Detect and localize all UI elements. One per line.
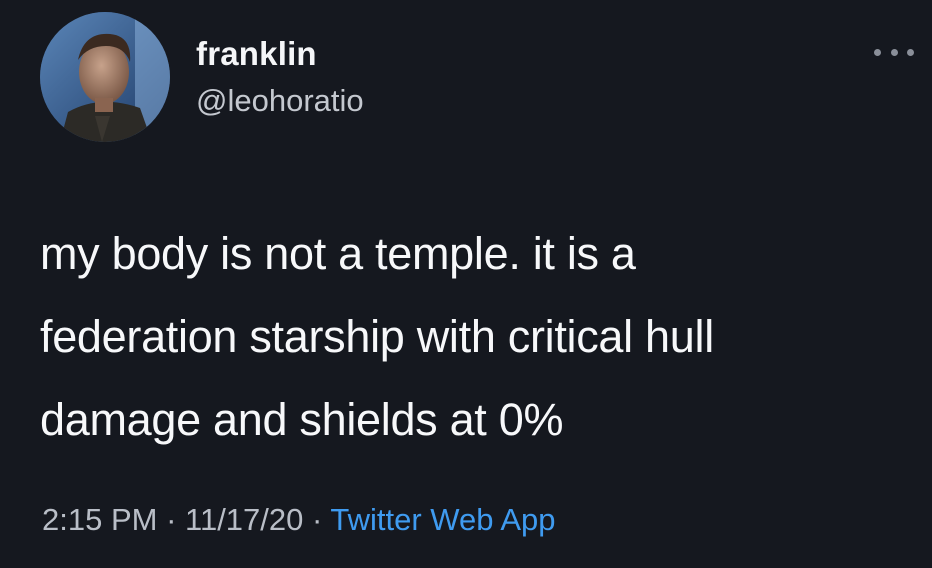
- tweet-card: franklin @leohoratio my body is not a te…: [0, 0, 932, 568]
- user-handle[interactable]: @leohoratio: [196, 82, 364, 120]
- avatar-image: [40, 12, 170, 142]
- tweet-text-line: damage and shields at 0%: [40, 394, 564, 445]
- tweet-text-line: federation starship with critical hull: [40, 311, 714, 362]
- tweet-meta: 2:15 PM · 11/17/20 · Twitter Web App: [42, 500, 556, 540]
- display-name[interactable]: franklin: [196, 34, 317, 74]
- more-dot: [874, 48, 881, 56]
- avatar[interactable]: [40, 12, 170, 142]
- more-options-icon[interactable]: [874, 42, 914, 62]
- meta-separator: ·: [157, 502, 186, 537]
- tweet-date[interactable]: 11/17/20: [185, 502, 303, 537]
- more-dot: [890, 48, 898, 56]
- more-dot: [907, 48, 914, 56]
- tweet-text: my body is not a temple. it is a federat…: [40, 212, 920, 461]
- tweet-source-link[interactable]: Twitter Web App: [330, 502, 555, 537]
- tweet-text-line: my body is not a temple. it is a: [40, 228, 636, 279]
- tweet-time[interactable]: 2:15 PM: [42, 502, 157, 537]
- meta-separator: ·: [303, 502, 331, 537]
